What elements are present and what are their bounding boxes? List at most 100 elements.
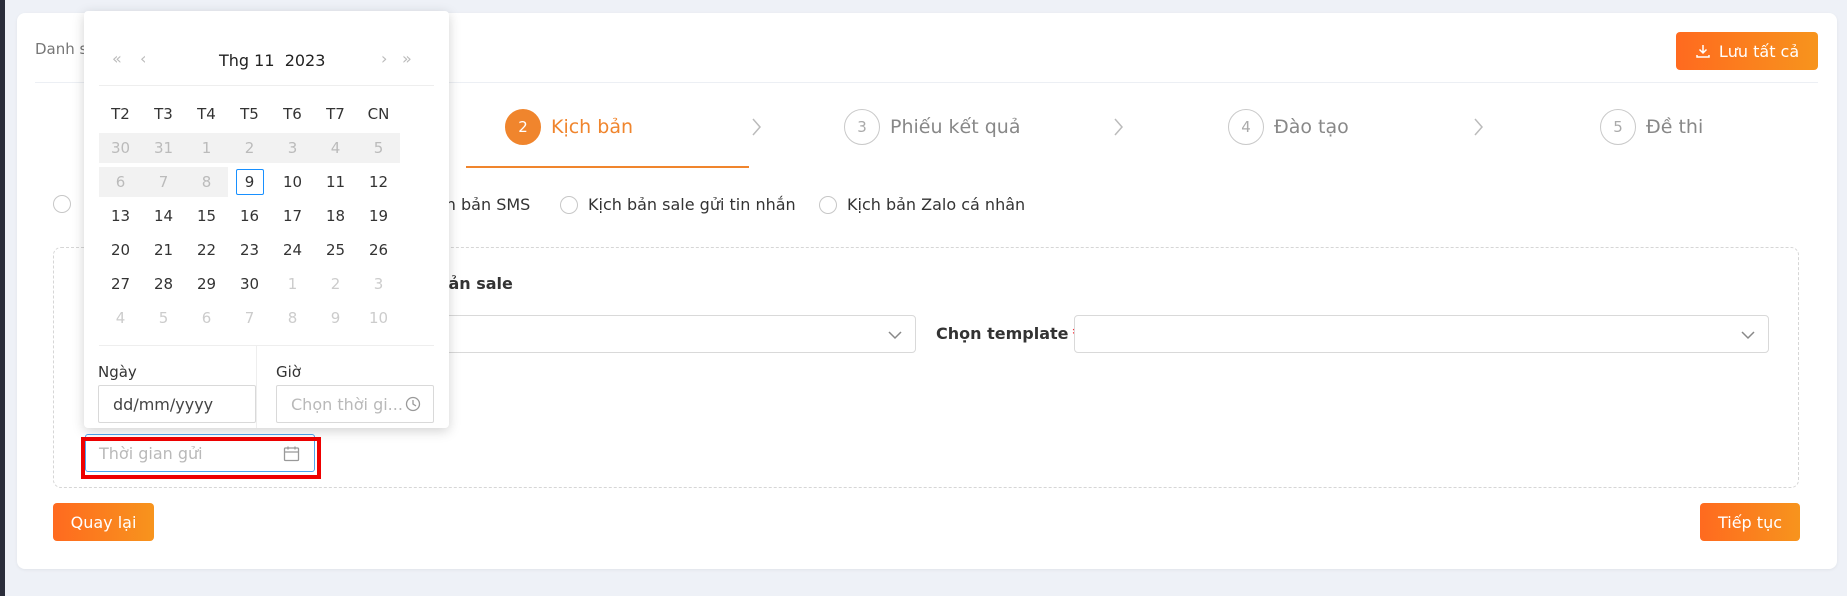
calendar-day: 30: [99, 133, 142, 163]
calendar-day[interactable]: 9: [314, 303, 357, 333]
calendar-day[interactable]: 8: [271, 303, 314, 333]
calendar-day: 2: [228, 133, 271, 163]
month-year-label[interactable]: Thg 11 2023: [219, 51, 325, 70]
calendar-day[interactable]: 25: [314, 235, 357, 265]
day-number: 4: [115, 309, 126, 327]
calendar-day[interactable]: 9: [228, 167, 271, 197]
date-input-value: dd/mm/yyyy: [113, 394, 214, 414]
calendar-day[interactable]: 6: [185, 303, 228, 333]
day-number: 2: [330, 275, 341, 293]
calendar-day[interactable]: 22: [185, 235, 228, 265]
prev-year-icon[interactable]: «: [112, 49, 122, 68]
calendar-day[interactable]: 11: [314, 167, 357, 197]
day-number: 5: [158, 309, 169, 327]
date-field-label: Ngày: [98, 363, 137, 381]
month-label[interactable]: Thg 11: [219, 51, 275, 70]
day-number: 7: [158, 173, 169, 191]
step-phieu-ket-qua[interactable]: 3 Phiếu kết quả: [844, 108, 1020, 146]
day-number: 8: [201, 173, 212, 191]
time-input[interactable]: Chọn thời gi...: [276, 385, 434, 423]
calendar-day[interactable]: 3: [357, 269, 400, 299]
step-number: 5: [1600, 109, 1636, 145]
day-number: 12: [368, 173, 389, 191]
calendar-day[interactable]: 30: [228, 269, 271, 299]
calendar-day[interactable]: 12: [357, 167, 400, 197]
day-number: 10: [282, 173, 303, 191]
left-rail: [0, 0, 5, 596]
day-number: 6: [115, 173, 126, 191]
radio-button[interactable]: [53, 195, 71, 213]
day-number: 27: [110, 275, 131, 293]
chevron-right-icon: [1114, 118, 1123, 136]
next-month-icon[interactable]: ›: [381, 49, 387, 68]
radio-label: Kịch bản Zalo cá nhân: [847, 195, 1026, 214]
step-kich-ban[interactable]: 2 Kịch bản: [505, 108, 633, 146]
day-number: 29: [196, 275, 217, 293]
script-select[interactable]: [420, 315, 916, 353]
calendar-day[interactable]: 20: [99, 235, 142, 265]
radio-option-sale-message[interactable]: Kịch bản sale gửi tin nhắn: [560, 195, 796, 214]
clock-icon: [405, 396, 421, 412]
calendar-day[interactable]: 29: [185, 269, 228, 299]
calendar-day[interactable]: 10: [271, 167, 314, 197]
calendar-day: 3: [271, 133, 314, 163]
day-number: 26: [368, 241, 389, 259]
calendar-day[interactable]: 17: [271, 201, 314, 231]
day-number: 10: [368, 309, 389, 327]
step-de-thi[interactable]: 5 Đề thi: [1600, 108, 1703, 146]
back-button[interactable]: Quay lại: [53, 503, 154, 541]
calendar-day[interactable]: 19: [357, 201, 400, 231]
time-input-placeholder: Chọn thời gi...: [291, 394, 403, 414]
time-field-label: Giờ: [276, 363, 301, 381]
picker-header-divider: [99, 85, 434, 86]
year-label[interactable]: 2023: [285, 51, 326, 70]
calendar-day[interactable]: 26: [357, 235, 400, 265]
next-year-icon[interactable]: »: [402, 49, 412, 68]
calendar-day[interactable]: 13: [99, 201, 142, 231]
calendar-day[interactable]: 10: [357, 303, 400, 333]
day-number: 21: [153, 241, 174, 259]
calendar-day[interactable]: 7: [228, 303, 271, 333]
template-select[interactable]: [1074, 315, 1769, 353]
weekday-header: T2: [111, 105, 130, 123]
radio-button[interactable]: [819, 195, 837, 214]
day-number: 30: [110, 139, 131, 157]
calendar-day[interactable]: 4: [99, 303, 142, 333]
weekday-header: T5: [240, 105, 259, 123]
radio-option-first[interactable]: [53, 195, 71, 213]
calendar-week: 20 21 22 23 24 25 26: [99, 235, 400, 265]
calendar-day[interactable]: 28: [142, 269, 185, 299]
calendar-day: 8: [185, 167, 228, 197]
day-number: 20: [110, 241, 131, 259]
calendar-day[interactable]: 1: [271, 269, 314, 299]
calendar-week: 4 5 6 7 8 9 10: [99, 303, 400, 333]
chevron-right-icon: [1474, 118, 1483, 136]
calendar-day[interactable]: 14: [142, 201, 185, 231]
radio-option-sms[interactable]: ch bản SMS: [437, 195, 530, 214]
calendar-day[interactable]: 24: [271, 235, 314, 265]
breadcrumb[interactable]: Danh s: [35, 40, 87, 58]
weekday-header: T6: [283, 105, 302, 123]
calendar-day[interactable]: 18: [314, 201, 357, 231]
day-number: 1: [201, 139, 212, 157]
next-button[interactable]: Tiếp tục: [1700, 503, 1800, 541]
calendar-day[interactable]: 21: [142, 235, 185, 265]
radio-label: ch bản SMS: [437, 195, 531, 214]
calendar-day[interactable]: 27: [99, 269, 142, 299]
chevron-right-icon: [752, 118, 761, 136]
day-number: 22: [196, 241, 217, 259]
calendar-day[interactable]: 16: [228, 201, 271, 231]
calendar-day[interactable]: 23: [228, 235, 271, 265]
date-input[interactable]: dd/mm/yyyy: [98, 385, 256, 423]
save-all-button[interactable]: Lưu tất cả: [1676, 32, 1818, 70]
calendar-day[interactable]: 15: [185, 201, 228, 231]
calendar-day: 31: [142, 133, 185, 163]
radio-option-zalo[interactable]: Kịch bản Zalo cá nhân: [819, 195, 1025, 214]
calendar-day[interactable]: 2: [314, 269, 357, 299]
prev-month-icon[interactable]: ‹: [140, 49, 146, 68]
step-dao-tao[interactable]: 4 Đào tạo: [1228, 108, 1349, 146]
day-number: 23: [239, 241, 260, 259]
calendar-day[interactable]: 5: [142, 303, 185, 333]
weekday-header: T4: [197, 105, 216, 123]
radio-button[interactable]: [560, 195, 578, 214]
